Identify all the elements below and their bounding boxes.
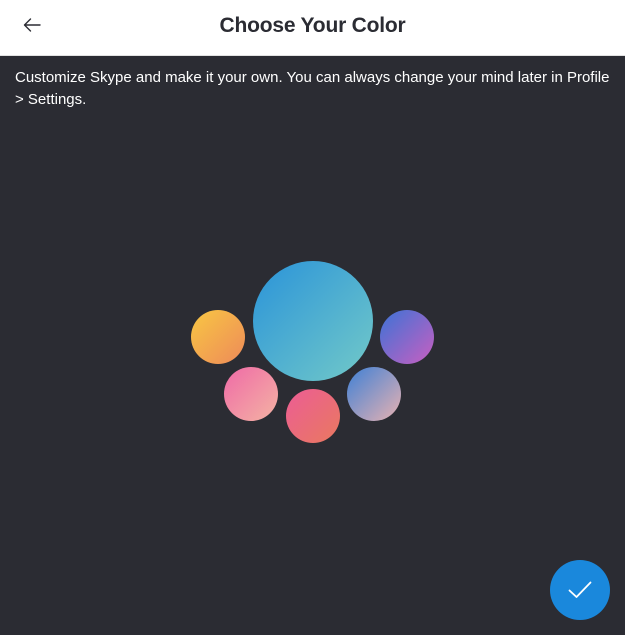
color-swatch-blue-rose[interactable]: [347, 367, 401, 421]
color-swatch-pink-peach[interactable]: [224, 367, 278, 421]
choose-color-window: Choose Your Color Customize Skype and ma…: [0, 0, 625, 635]
color-swatch-pink-coral[interactable]: [286, 389, 340, 443]
page-title: Choose Your Color: [219, 14, 406, 37]
header-bar: Choose Your Color: [0, 0, 625, 56]
confirm-button[interactable]: [550, 560, 610, 620]
color-swatch-yellow-orange[interactable]: [191, 310, 245, 364]
color-swatch-blue-purple[interactable]: [380, 310, 434, 364]
checkmark-icon: [567, 580, 593, 600]
color-swatch-blue-teal[interactable]: [253, 261, 373, 381]
description-text: Customize Skype and make it your own. Yo…: [15, 69, 610, 108]
